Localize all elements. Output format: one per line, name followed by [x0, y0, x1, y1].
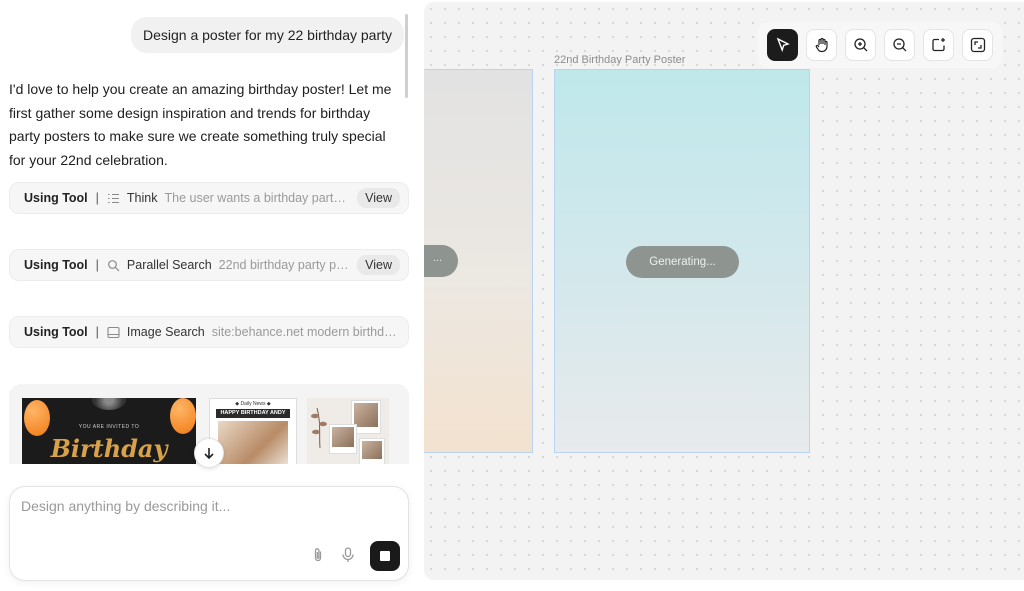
thumbnail-photo [218, 421, 288, 464]
generating-indicator [424, 245, 458, 277]
tool-name: Parallel Search [126, 258, 212, 272]
chat-panel: Design a poster for my 22 birthday party… [0, 0, 418, 591]
thumbnail-caption: YOU ARE INVITED TO [78, 424, 140, 430]
tool-status-label: Using Tool [24, 325, 88, 339]
thumbnail-title: Birthday [50, 434, 168, 463]
assistant-message: I'd love to help you create an amazing b… [9, 81, 392, 168]
poster-frame-previous[interactable] [424, 69, 533, 453]
thumbnail-masthead: ◆ Daily News ◆ [235, 401, 271, 407]
prompt-input[interactable] [21, 498, 391, 538]
pan-tool-button[interactable] [806, 29, 837, 61]
view-button[interactable]: View [357, 255, 400, 275]
tool-description: site:behance.net modern birthday poster … [211, 325, 400, 339]
tool-separator: | [95, 325, 99, 339]
botanical-graphic [311, 407, 327, 448]
microphone-icon[interactable] [338, 545, 358, 565]
prompt-composer [9, 486, 409, 581]
canvas-toolbar [758, 22, 1002, 68]
image-result-thumbnail[interactable]: YOU ARE INVITED TO Birthday [22, 398, 196, 464]
cursor-icon [776, 37, 790, 53]
image-result-thumbnail[interactable] [307, 398, 389, 464]
zoom-out-icon [892, 38, 906, 52]
poster-frame[interactable]: Generating... [554, 69, 810, 453]
view-button[interactable]: View [357, 188, 400, 208]
checklist-icon [107, 192, 120, 205]
tool-description: 22nd birthday party poster design trends [218, 258, 351, 272]
balloon-graphic [24, 400, 50, 436]
tool-status-label: Using Tool [24, 258, 88, 272]
arrow-down-icon [204, 448, 214, 460]
thumbnail-headline: HAPPY BIRTHDAY ANDY [216, 409, 290, 418]
design-canvas[interactable]: 22nd Birthday Party Poster Generating... [424, 2, 1024, 580]
zoom-in-button[interactable] [845, 29, 876, 61]
tool-separator: | [95, 258, 99, 272]
chat-scrollbar[interactable] [405, 14, 408, 98]
image-icon [107, 326, 120, 339]
tool-call-parallel-search[interactable]: Using Tool | Parallel Search 22nd birthd… [9, 249, 409, 281]
tool-status-label: Using Tool [24, 191, 88, 205]
tool-separator: | [95, 191, 99, 205]
tool-call-image-search[interactable]: Using Tool | Image Search site:behance.n… [9, 316, 409, 348]
fit-screen-button[interactable] [962, 29, 993, 61]
search-icon [107, 259, 120, 272]
zoom-out-button[interactable] [884, 29, 915, 61]
user-message: Design a poster for my 22 birthday party [130, 17, 404, 53]
paperclip-icon[interactable] [308, 545, 328, 565]
polaroid-photo [329, 424, 357, 454]
frame-title[interactable]: 22nd Birthday Party Poster [554, 54, 685, 66]
select-tool-button[interactable] [767, 29, 798, 61]
scroll-down-button[interactable] [194, 438, 224, 468]
add-frame-icon [931, 38, 945, 52]
tool-name: Think [126, 191, 158, 205]
tool-description: The user wants a birthday party poster f… [164, 191, 351, 205]
fit-screen-icon [970, 37, 985, 53]
polaroid-photo [359, 438, 385, 464]
zoom-in-icon [853, 38, 867, 52]
add-frame-button[interactable] [923, 29, 954, 61]
disco-ball-graphic [92, 398, 126, 410]
tool-call-think[interactable]: Using Tool | Think The user wants a birt… [9, 182, 409, 214]
stop-button[interactable] [370, 541, 400, 571]
generating-indicator: Generating... [626, 246, 739, 278]
stop-icon [380, 551, 390, 561]
tool-name: Image Search [126, 325, 205, 339]
hand-icon [815, 37, 828, 53]
